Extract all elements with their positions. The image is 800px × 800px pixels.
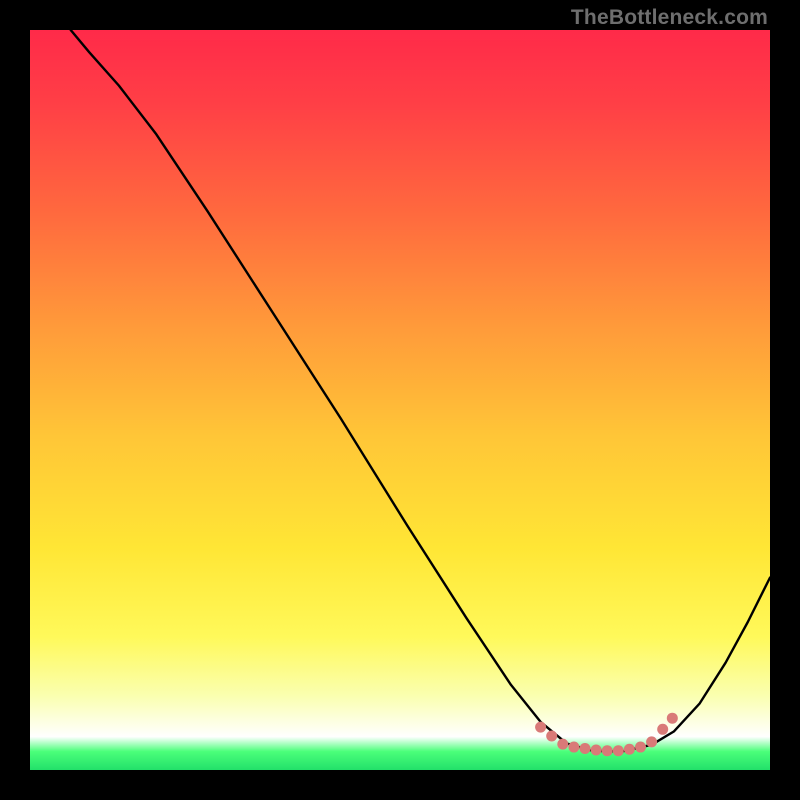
marker-dot: [602, 745, 613, 756]
marker-dot: [546, 730, 557, 741]
marker-dot: [667, 713, 678, 724]
marker-dot: [591, 745, 602, 756]
marker-dot: [624, 744, 635, 755]
marker-dot: [657, 724, 668, 735]
bottleneck-chart: [30, 30, 770, 770]
marker-dot: [557, 739, 568, 750]
chart-frame: [30, 30, 770, 770]
marker-dot: [613, 745, 624, 756]
marker-dot: [635, 742, 646, 753]
marker-dot: [646, 736, 657, 747]
watermark-text: TheBottleneck.com: [571, 6, 768, 30]
gradient-background: [30, 30, 770, 770]
marker-dot: [568, 742, 579, 753]
marker-dot: [535, 722, 546, 733]
marker-dot: [580, 743, 591, 754]
